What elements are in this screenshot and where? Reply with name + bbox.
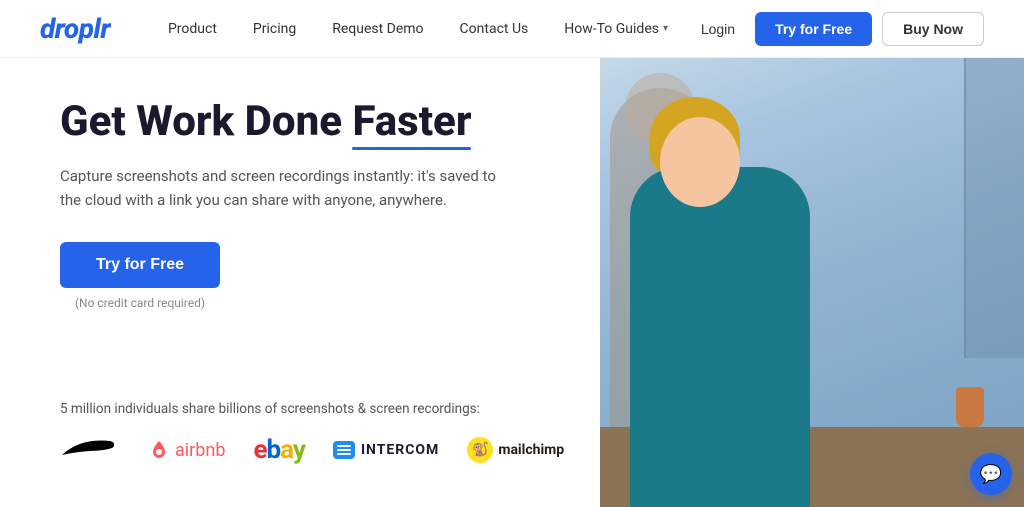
nav-request-demo[interactable]: Request Demo xyxy=(314,0,441,58)
intercom-logo: INTERCOM xyxy=(333,441,439,459)
chat-icon: 💬 xyxy=(980,464,1002,485)
nav-contact-us[interactable]: Contact Us xyxy=(442,0,547,58)
intercom-icon xyxy=(333,441,355,459)
nav-product[interactable]: Product xyxy=(150,0,235,58)
nav-pricing[interactable]: Pricing xyxy=(235,0,314,58)
try-free-button-header[interactable]: Try for Free xyxy=(755,12,872,46)
hero-highlight: Faster xyxy=(352,98,471,146)
login-button[interactable]: Login xyxy=(691,21,745,37)
nike-logo xyxy=(60,433,120,467)
airbnb-logo: airbnb xyxy=(148,439,225,461)
chevron-down-icon: ▾ xyxy=(663,23,668,34)
no-credit-card-text: (No credit card required) xyxy=(60,296,220,310)
partner-logos: airbnb ebay INTERCOM xyxy=(60,433,600,467)
window-frame xyxy=(964,58,1024,358)
logo[interactable]: droplr xyxy=(40,12,110,45)
woman-body xyxy=(630,167,810,507)
main-nav: Product Pricing Request Demo Contact Us … xyxy=(150,0,691,58)
mailchimp-logo: 🐒 mailchimp xyxy=(467,437,564,463)
hero-heading: Get Work Done Faster xyxy=(60,98,600,146)
social-proof: 5 million individuals share billions of … xyxy=(60,401,600,477)
hero-image xyxy=(600,58,1024,507)
main-content: Get Work Done Faster Capture screenshots… xyxy=(0,58,1024,507)
mailchimp-icon: 🐒 xyxy=(467,437,493,463)
chat-widget[interactable]: 💬 xyxy=(970,453,1012,495)
woman-head xyxy=(660,117,740,207)
hero-try-free-button[interactable]: Try for Free xyxy=(60,242,220,288)
nav-how-to-guides[interactable]: How-To Guides ▾ xyxy=(546,0,686,58)
hero-subtext: Capture screenshots and screen recording… xyxy=(60,164,500,212)
header-actions: Login Try for Free Buy Now xyxy=(691,12,984,46)
hero-left: Get Work Done Faster Capture screenshots… xyxy=(0,58,600,507)
coffee-cup xyxy=(956,387,984,427)
social-proof-text: 5 million individuals share billions of … xyxy=(60,401,600,417)
ebay-logo: ebay xyxy=(253,435,305,465)
buy-now-button[interactable]: Buy Now xyxy=(882,12,984,46)
header: droplr Product Pricing Request Demo Cont… xyxy=(0,0,1024,58)
hero-photo xyxy=(600,58,1024,507)
hero-section: Get Work Done Faster Capture screenshots… xyxy=(60,98,600,310)
